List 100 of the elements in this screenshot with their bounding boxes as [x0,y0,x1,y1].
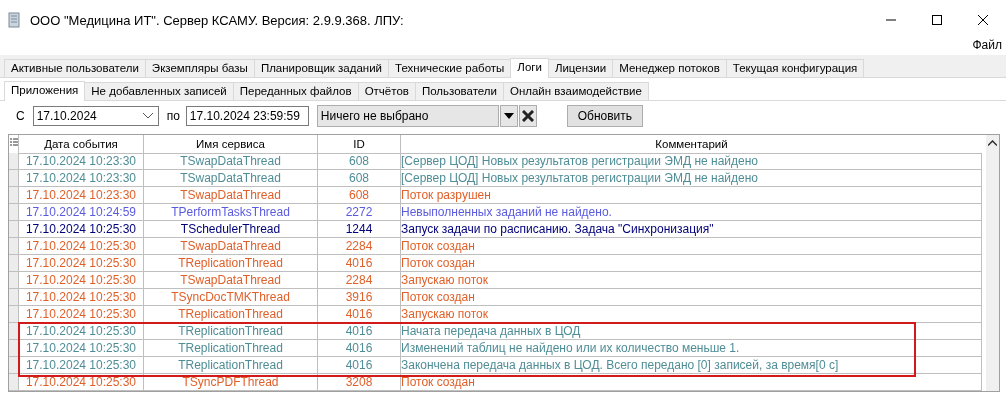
list-icon [9,138,18,148]
table-cell: Невыполненных заданий не найдено. [401,204,982,221]
table-cell: TSwapDataThread [144,153,318,170]
service-dropdown[interactable]: Ничего не выбрано [316,105,499,127]
table-cell: 608 [318,170,401,187]
table-cell: TReplicationThread [144,255,318,272]
table-cell: 3916 [318,289,401,306]
table-cell: Закончена передача данных в ЦОД. Всего передано [0] записей, за время[0 с] [401,357,982,374]
table-cell: 17.10.2024 10:24:59 [19,204,144,221]
log-row[interactable]: 17.10.2024 10:25:30 TSyncDocTMKThread 3916 Поток создан [9,289,982,306]
scrollbar[interactable] [986,135,999,391]
table-cell: Начата передача данных в ЦОД [401,323,982,340]
tab[interactable]: Лицензии [547,59,614,77]
date-picker[interactable]: 17.10.2024 23:59:59 [185,106,309,126]
table-cell: 17.10.2024 10:25:30 [19,255,144,272]
log-row[interactable]: 17.10.2024 10:25:30 TSchedulerThread 1244 Запуск задачи по расписанию. Задача "Синхронизация" [9,221,982,238]
table-cell: 17.10.2024 10:25:30 [19,357,144,374]
table-cell: TReplicationThread [144,340,318,357]
scroll-up-icon [988,140,997,146]
caret-icon [503,113,514,119]
table-cell: TSwapDataThread [144,187,318,204]
table-cell: 2284 [318,272,401,289]
maximize-icon [932,15,942,25]
log-row[interactable]: 17.10.2024 10:25:30 TReplicationThread 4016 Начата передача данных в ЦОД [9,323,982,340]
log-row[interactable]: 17.10.2024 10:23:30 TSwapDataThread 608 [Сервер ЦОД] Новых результатов регистрации ЭМД не найдено [9,170,982,187]
table-cell: 3208 [318,374,401,391]
table-cell: 17.10.2024 10:25:30 [19,340,144,357]
table-cell: TSyncPDFThread [144,374,318,391]
table-cell: Изменений таблиц не найдено или их количество меньше 1. [401,340,982,357]
from-label: С [16,109,25,123]
dropdown-button[interactable] [499,105,518,127]
tab[interactable]: Онлайн взаимодействие [502,82,649,100]
table-cell: 2272 [318,204,401,221]
table-cell: 17.10.2024 10:25:30 [19,272,144,289]
log-row[interactable]: 17.10.2024 10:25:30 TReplicationThread 4016 Изменений таблиц не найдено или их количество меньше 1. [9,340,982,357]
clear-button[interactable] [518,105,537,127]
close-icon [521,110,534,122]
log-row[interactable]: 17.10.2024 10:25:30 TSwapDataThread 2284 Запускаю поток [9,272,982,289]
refresh-button[interactable]: Обновить [566,105,643,127]
table-cell: TReplicationThread [144,323,318,340]
table-cell: 17.10.2024 10:23:30 [19,170,144,187]
menu-item[interactable]: Файл [970,38,1004,52]
log-row[interactable]: 17.10.2024 10:25:30 TReplicationThread 4016 Запускаю поток [9,306,982,323]
table-cell: TSchedulerThread [144,221,318,238]
tab[interactable]: Текущая конфигурация [725,59,865,77]
tab[interactable]: Пользователи [414,82,504,100]
table-cell: 608 [318,187,401,204]
table-cell: TReplicationThread [144,306,318,323]
row-indicator[interactable] [9,357,19,374]
table-cell: Запускаю поток [401,306,982,323]
tab[interactable]: Приложения [4,81,86,101]
tab[interactable]: Не добавленных записей [84,82,234,100]
tab[interactable]: Переданных файлов [232,82,359,100]
tab[interactable]: Отчётов [357,82,416,100]
table-cell: TReplicationThread [144,357,318,374]
table-cell: 608 [318,153,401,170]
log-row[interactable]: 17.10.2024 10:25:30 TReplicationThread 4016 Закончена передача данных в ЦОД. Всего передано [0] записей, за время[0 с] [9,357,982,374]
table-cell: 4016 [318,340,401,357]
chevron-icon [141,112,154,120]
to-label: по [166,109,180,123]
column-header[interactable]: Имя сервиса [144,135,318,154]
log-row[interactable]: 17.10.2024 10:25:30 TSyncPDFThread 3208 Поток создан [9,374,982,391]
tab[interactable]: Экземпляры базы [144,59,255,77]
table-cell: Поток создан [401,374,982,391]
table-cell: 17.10.2024 10:23:30 [19,153,144,170]
column-header[interactable]: ID [318,135,401,154]
log-row[interactable]: 17.10.2024 10:25:30 TReplicationThread 4016 Поток создан [9,255,982,272]
table-cell: [Сервер ЦОД] Новых результатов регистрации ЭМД не найдено [401,153,982,170]
date-picker[interactable]: 17.10.2024 [32,106,159,126]
table-cell: Запуск задачи по расписанию. Задача "Синхронизация" [401,221,982,238]
log-row[interactable]: 17.10.2024 10:23:30 TSwapDataThread 608 Поток разрушен [9,187,982,204]
log-row[interactable]: 17.10.2024 10:23:30 TSwapDataThread 608 [Сервер ЦОД] Новых результатов регистрации ЭМД не найдено [9,153,982,170]
log-row[interactable]: 17.10.2024 10:25:30 TSwapDataThread 2284 Поток создан [9,238,982,255]
table-cell: Запускаю поток [401,272,982,289]
table-cell: 17.10.2024 10:25:30 [19,238,144,255]
close-icon [978,15,988,25]
table-cell: 17.10.2024 10:25:30 [19,221,144,238]
row-indicator[interactable] [9,323,19,340]
table-cell: [Сервер ЦОД] Новых результатов регистрации ЭМД не найдено [401,170,982,187]
column-header[interactable]: Дата события [19,135,144,154]
column-header[interactable]: Комментарий [401,135,982,154]
table-cell: Поток создан [401,255,982,272]
table-cell: 2284 [318,238,401,255]
log-row[interactable]: 17.10.2024 10:24:59 TPerformTasksThread 2272 Невыполненных заданий не найдено. [9,204,982,221]
tab[interactable]: Активные пользователи [4,59,146,77]
table-cell: TSyncDocTMKThread [144,289,318,306]
tab[interactable]: Менеджер потоков [612,59,727,77]
tab[interactable]: Технические работы [388,59,512,77]
table-cell: 4016 [318,255,401,272]
tab[interactable]: Логи [510,58,549,78]
table-cell: 4016 [318,306,401,323]
table-cell: TPerformTasksThread [144,204,318,221]
table-cell: 4016 [318,357,401,374]
window-title: ООО "Медицина ИТ". Сервер КСАМУ. Версия: 2.9.9.368. ЛПУ: [30,12,405,28]
table-cell: TSwapDataThread [144,238,318,255]
table-cell: 1244 [318,221,401,238]
table-cell: Поток создан [401,238,982,255]
row-indicator[interactable] [9,340,19,357]
tab[interactable]: Планировщик заданий [253,59,390,77]
table-cell: Поток разрушен [401,187,982,204]
